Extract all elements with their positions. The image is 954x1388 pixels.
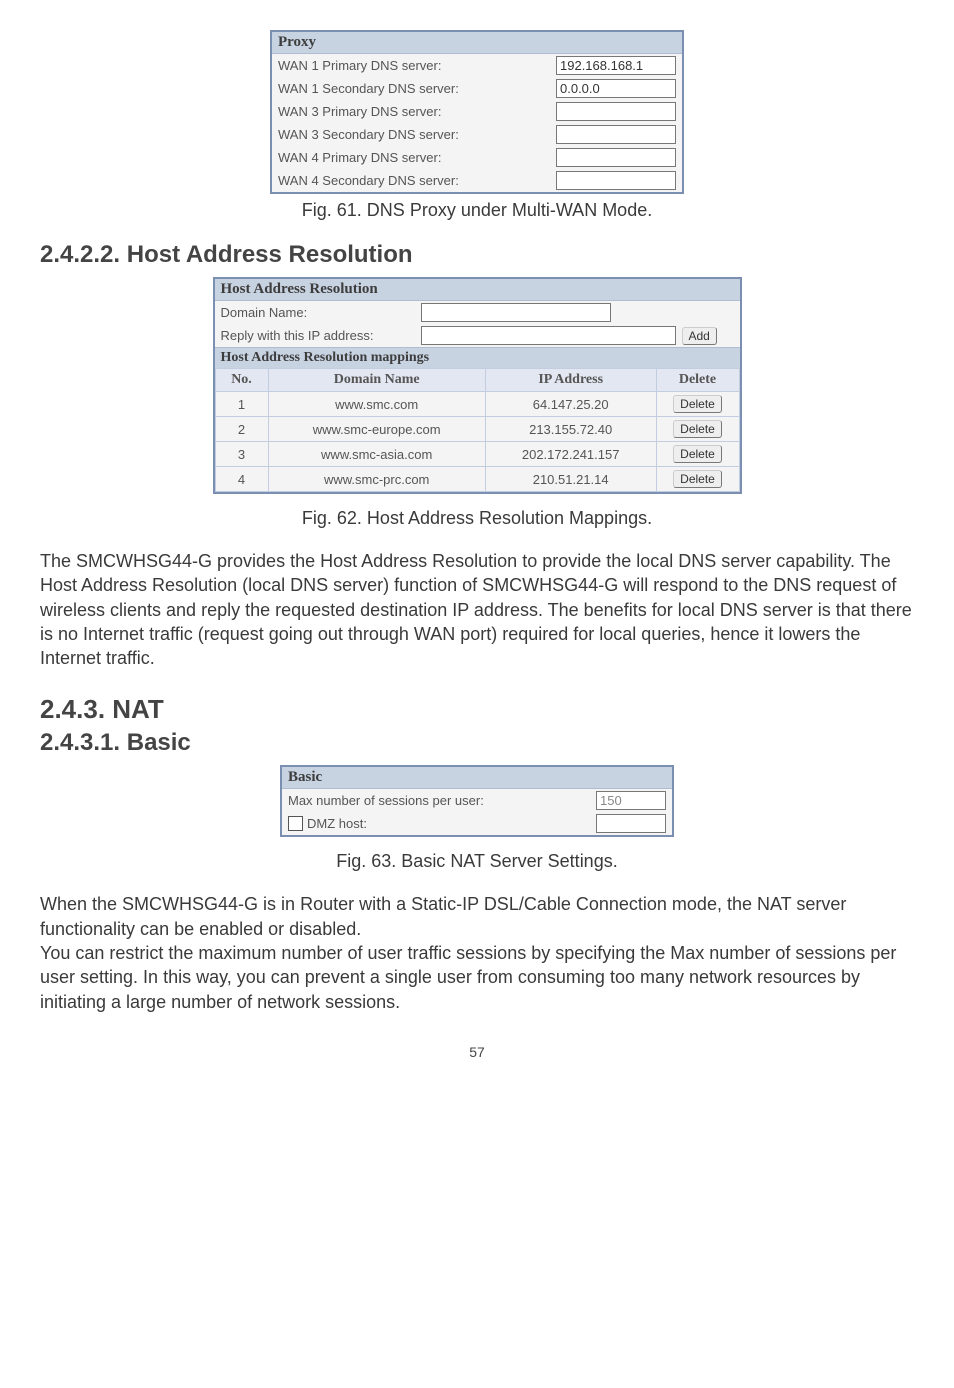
heading-host-address-resolution: 2.4.2.2. Host Address Resolution	[40, 241, 914, 269]
proxy-row-label: WAN 3 Secondary DNS server:	[278, 127, 556, 142]
table-row: 2www.smc-europe.com213.155.72.40 Delete	[215, 417, 739, 442]
dmz-checkbox[interactable]	[288, 816, 303, 831]
cell-no: 1	[215, 392, 268, 417]
domain-name-input[interactable]	[421, 303, 611, 322]
har-paragraph: The SMCWHSG44-G provides the Host Addres…	[40, 549, 914, 670]
delete-button[interactable]: Delete	[673, 395, 722, 413]
proxy-dns-input[interactable]	[556, 79, 676, 98]
cell-delete: Delete	[656, 467, 739, 492]
th-ip: IP Address	[485, 369, 656, 392]
proxy-dns-input[interactable]	[556, 56, 676, 75]
th-delete: Delete	[656, 369, 739, 392]
max-sessions-input[interactable]	[596, 791, 666, 810]
max-sessions-label: Max number of sessions per user:	[288, 793, 596, 808]
cell-ip: 213.155.72.40	[485, 417, 656, 442]
reply-ip-row: Reply with this IP address: Add	[215, 324, 740, 347]
delete-button[interactable]: Delete	[673, 420, 722, 438]
proxy-row: WAN 1 Primary DNS server:	[272, 54, 682, 77]
dmz-label: DMZ host:	[307, 816, 367, 831]
add-button[interactable]: Add	[682, 327, 717, 345]
th-domain: Domain Name	[268, 369, 485, 392]
th-no: No.	[215, 369, 268, 392]
table-row: 3www.smc-asia.com202.172.241.157 Delete	[215, 442, 739, 467]
cell-domain: www.smc-asia.com	[268, 442, 485, 467]
dmz-row: DMZ host:	[282, 812, 672, 835]
cell-domain: www.smc.com	[268, 392, 485, 417]
fig63-caption: Fig. 63. Basic NAT Server Settings.	[40, 851, 914, 872]
fig62-caption: Fig. 62. Host Address Resolution Mapping…	[40, 508, 914, 529]
har-title: Host Address Resolution	[215, 279, 740, 301]
nat-paragraph1: When the SMCWHSG44-G is in Router with a…	[40, 892, 914, 941]
page-number: 57	[40, 1044, 914, 1060]
proxy-row: WAN 3 Secondary DNS server:	[272, 123, 682, 146]
reply-ip-label: Reply with this IP address:	[221, 328, 421, 343]
proxy-dns-input[interactable]	[556, 171, 676, 190]
cell-no: 4	[215, 467, 268, 492]
mappings-title: Host Address Resolution mappings	[215, 347, 740, 368]
delete-button[interactable]: Delete	[673, 470, 722, 488]
proxy-row: WAN 4 Primary DNS server:	[272, 146, 682, 169]
cell-ip: 64.147.25.20	[485, 392, 656, 417]
heading-basic: 2.4.3.1. Basic	[40, 729, 914, 757]
domain-name-row: Domain Name:	[215, 301, 740, 324]
har-panel: Host Address Resolution Domain Name: Rep…	[213, 277, 742, 494]
cell-domain: www.smc-prc.com	[268, 467, 485, 492]
proxy-row-label: WAN 1 Primary DNS server:	[278, 58, 556, 73]
proxy-row-label: WAN 4 Secondary DNS server:	[278, 173, 556, 188]
fig61-caption: Fig. 61. DNS Proxy under Multi-WAN Mode.	[40, 200, 914, 221]
proxy-row-label: WAN 4 Primary DNS server:	[278, 150, 556, 165]
proxy-title: Proxy	[272, 32, 682, 54]
basic-panel: Basic Max number of sessions per user: D…	[280, 765, 674, 837]
proxy-row: WAN 4 Secondary DNS server:	[272, 169, 682, 192]
basic-title: Basic	[282, 767, 672, 789]
cell-delete: Delete	[656, 417, 739, 442]
table-row: 4www.smc-prc.com210.51.21.14 Delete	[215, 467, 739, 492]
domain-name-label: Domain Name:	[221, 305, 421, 320]
proxy-dns-input[interactable]	[556, 148, 676, 167]
cell-no: 2	[215, 417, 268, 442]
proxy-row-label: WAN 3 Primary DNS server:	[278, 104, 556, 119]
proxy-row-label: WAN 1 Secondary DNS server:	[278, 81, 556, 96]
proxy-panel: Proxy WAN 1 Primary DNS server: WAN 1 Sec…	[270, 30, 684, 194]
table-row: 1www.smc.com64.147.25.20 Delete	[215, 392, 739, 417]
proxy-row: WAN 1 Secondary DNS server:	[272, 77, 682, 100]
cell-delete: Delete	[656, 392, 739, 417]
dmz-input[interactable]	[596, 814, 666, 833]
cell-delete: Delete	[656, 442, 739, 467]
cell-ip: 202.172.241.157	[485, 442, 656, 467]
mappings-table: No. Domain Name IP Address Delete 1www.s…	[215, 368, 740, 492]
nat-paragraph2: You can restrict the maximum number of u…	[40, 941, 914, 1014]
proxy-dns-input[interactable]	[556, 102, 676, 121]
heading-nat: 2.4.3. NAT	[40, 694, 914, 725]
proxy-row: WAN 3 Primary DNS server:	[272, 100, 682, 123]
cell-domain: www.smc-europe.com	[268, 417, 485, 442]
max-sessions-row: Max number of sessions per user:	[282, 789, 672, 812]
reply-ip-input[interactable]	[421, 326, 676, 345]
proxy-dns-input[interactable]	[556, 125, 676, 144]
delete-button[interactable]: Delete	[673, 445, 722, 463]
table-header-row: No. Domain Name IP Address Delete	[215, 369, 739, 392]
cell-ip: 210.51.21.14	[485, 467, 656, 492]
cell-no: 3	[215, 442, 268, 467]
